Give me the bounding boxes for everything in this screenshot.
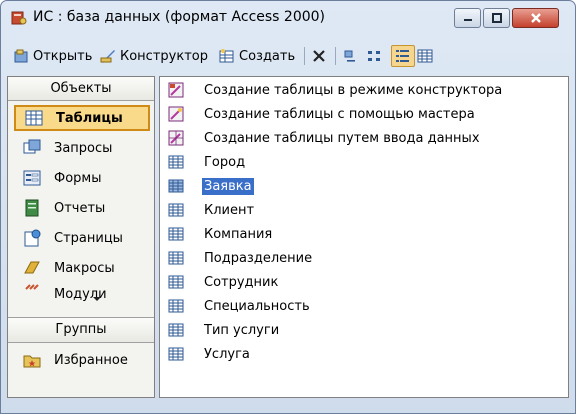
objects-bar: Объекты Таблицы Запросы Формы Отчеты Стр… (7, 76, 155, 398)
create-button[interactable]: Создать (219, 45, 295, 67)
maximize-button[interactable] (483, 8, 510, 28)
details-view-button[interactable] (417, 45, 433, 67)
open-label: Открыть (33, 48, 93, 64)
list-item-label: Сотрудник (204, 274, 279, 290)
close-icon (530, 13, 541, 23)
table-icon (25, 110, 43, 126)
objects-item-label: Отчеты (54, 200, 106, 216)
database-key-icon (11, 11, 27, 25)
list-item[interactable]: Специальность (168, 295, 312, 317)
objects-item-macros[interactable]: Макросы (14, 255, 150, 281)
list-item[interactable]: Создание таблицы в режиме конструктора (168, 79, 504, 101)
objects-item-label: Макросы (54, 260, 115, 276)
list-item-label: Подразделение (204, 250, 313, 266)
list-view-button[interactable] (391, 45, 415, 67)
create-label: Создать (239, 48, 296, 64)
table-icon (168, 275, 184, 289)
objects-item-reports[interactable]: Отчеты (14, 195, 150, 221)
objects-item-label: Формы (54, 170, 102, 186)
minimize-button[interactable] (454, 8, 481, 28)
toolbar-separator (304, 47, 305, 65)
groups-item-favorites[interactable]: Избранное (14, 347, 150, 373)
list-item-label: Компания (204, 226, 273, 242)
objects-header: Объекты (8, 77, 154, 101)
object-list: Создание таблицы в режиме конструктора С… (159, 76, 569, 398)
list-item[interactable]: Тип услуги (168, 319, 281, 341)
delete-button[interactable] (311, 45, 327, 67)
table-icon (168, 227, 184, 241)
details-view-icon (417, 49, 433, 63)
report-icon (25, 199, 39, 217)
module-icon (25, 284, 39, 290)
design-button[interactable]: Конструктор (100, 45, 208, 67)
new-table-icon (219, 49, 234, 63)
list-item[interactable]: Клиент (168, 199, 256, 221)
list-item[interactable]: Создание таблицы с помощью мастера (168, 103, 477, 125)
list-item-label: Заявка (202, 177, 254, 195)
list-item-label: Город (204, 154, 246, 170)
design-ruler-icon (100, 50, 115, 63)
macro-icon (24, 261, 40, 274)
favorites-folder-icon (23, 355, 41, 368)
title-bar[interactable]: ИС : база данных (формат Access 2000) (1, 1, 575, 35)
create-table-design-icon (168, 82, 184, 98)
list-item-selected[interactable]: Заявка (168, 175, 254, 197)
create-table-data-icon (168, 130, 184, 146)
table-icon (168, 155, 184, 169)
list-item[interactable]: Подразделение (168, 247, 314, 269)
small-icons-button[interactable] (367, 45, 383, 67)
list-item[interactable]: Сотрудник (168, 271, 280, 293)
list-view-icon (396, 50, 409, 62)
create-table-wizard-icon (168, 106, 184, 122)
query-icon (23, 139, 41, 154)
objects-item-label: Страницы (54, 230, 123, 246)
toolbar: Открыть Конструктор Создать (7, 41, 569, 71)
list-item-label: Создание таблицы с помощью мастера (204, 106, 475, 122)
list-item[interactable]: Услуга (168, 343, 252, 365)
open-icon (14, 49, 28, 63)
table-icon (168, 179, 184, 193)
table-icon (168, 347, 184, 361)
list-item-label: Специальность (204, 298, 310, 314)
maximize-icon (491, 13, 502, 23)
objects-item-label: Избранное (54, 352, 128, 368)
table-icon (168, 299, 184, 313)
list-item-label: Создание таблицы в режиме конструктора (204, 82, 503, 98)
large-icons-icon (344, 50, 355, 62)
table-icon (168, 323, 184, 337)
page-icon (24, 229, 41, 247)
table-icon (168, 251, 184, 265)
minimize-icon (463, 19, 472, 21)
design-label: Конструктор (120, 48, 208, 64)
delete-icon (313, 50, 325, 62)
groups-header: Группы (8, 317, 154, 343)
list-item[interactable]: Компания (168, 223, 274, 245)
objects-item-label: Таблицы (56, 110, 123, 126)
list-item-label: Создание таблицы путем ввода данных (204, 130, 480, 146)
objects-item-tables[interactable]: Таблицы (14, 105, 150, 131)
objects-item-queries[interactable]: Запросы (14, 135, 150, 161)
objects-item-forms[interactable]: Формы (14, 165, 150, 191)
small-icons-icon (368, 51, 380, 61)
objects-item-label: Запросы (54, 140, 113, 156)
objects-item-modules[interactable]: Модули (14, 283, 150, 301)
list-item-label: Клиент (204, 202, 255, 218)
open-button[interactable]: Открыть (13, 45, 92, 67)
toolbar-separator (335, 47, 336, 65)
close-button[interactable] (512, 8, 559, 28)
window-title: ИС : база данных (формат Access 2000) (33, 9, 326, 25)
list-item[interactable]: Город (168, 151, 247, 173)
large-icons-button[interactable] (343, 45, 359, 67)
list-item[interactable]: Создание таблицы путем ввода данных (168, 127, 482, 149)
scroll-down-icon[interactable] (92, 296, 102, 302)
list-item-label: Тип услуги (204, 322, 280, 338)
form-icon (23, 170, 41, 186)
table-icon (168, 203, 184, 217)
list-item-label: Услуга (204, 346, 250, 362)
objects-item-pages[interactable]: Страницы (14, 225, 150, 251)
database-window: ИС : база данных (формат Access 2000) От… (0, 0, 576, 414)
